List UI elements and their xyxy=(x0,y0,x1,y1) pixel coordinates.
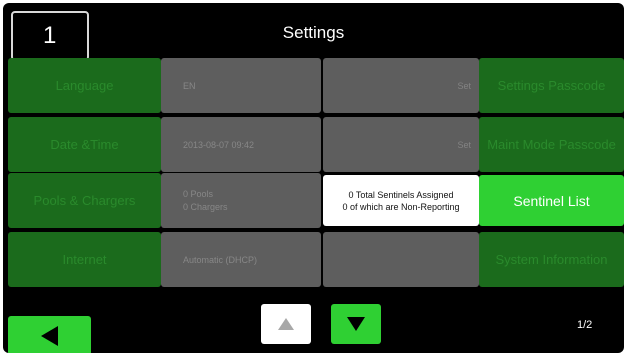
date-time-value: 2013-08-07 09:42 xyxy=(161,117,321,172)
internet-value: Automatic (DHCP) xyxy=(161,232,321,287)
sentinels-non-reporting: 0 of which are Non-Reporting xyxy=(342,201,460,212)
sentinel-list-button[interactable]: Sentinel List xyxy=(479,175,624,226)
up-arrow-icon xyxy=(278,318,294,330)
date-time-label: Date &Time xyxy=(8,117,161,172)
system-information-button[interactable]: System Information xyxy=(479,232,624,287)
date-time-set-button[interactable]: Set xyxy=(323,117,479,172)
settings-screen: 1 Settings Language EN Set Settings Pass… xyxy=(3,3,624,353)
back-button[interactable] xyxy=(8,316,91,353)
language-value-text: EN xyxy=(183,80,196,91)
pools-chargers-value: 0 Pools 0 Chargers xyxy=(161,173,321,228)
scroll-down-button[interactable] xyxy=(331,304,381,344)
date-time-value-text: 2013-08-07 09:42 xyxy=(183,139,255,150)
pools-count: 0 Pools xyxy=(183,189,214,199)
settings-passcode-button[interactable]: Settings Passcode xyxy=(479,58,624,113)
maint-mode-passcode-button[interactable]: Maint Mode Passcode xyxy=(479,117,624,172)
chargers-count: 0 Chargers xyxy=(183,202,228,212)
internet-value-text: Automatic (DHCP) xyxy=(183,254,258,265)
language-set-button[interactable]: Set xyxy=(323,58,479,113)
sentinels-assigned: 0 Total Sentinels Assigned xyxy=(348,189,454,200)
sentinel-summary: 0 Total Sentinels Assigned 0 of which ar… xyxy=(323,175,479,226)
language-label: Language xyxy=(8,58,161,113)
page-indicator: 1/2 xyxy=(577,319,593,331)
internet-label: Internet xyxy=(8,232,161,287)
page-title: Settings xyxy=(282,23,345,42)
down-arrow-icon xyxy=(347,317,365,331)
scroll-up-button[interactable] xyxy=(261,304,311,344)
language-value: EN xyxy=(161,58,321,113)
internet-action-button[interactable] xyxy=(323,232,479,287)
back-arrow-icon xyxy=(40,326,58,346)
pools-chargers-label: Pools & Chargers xyxy=(8,173,161,228)
